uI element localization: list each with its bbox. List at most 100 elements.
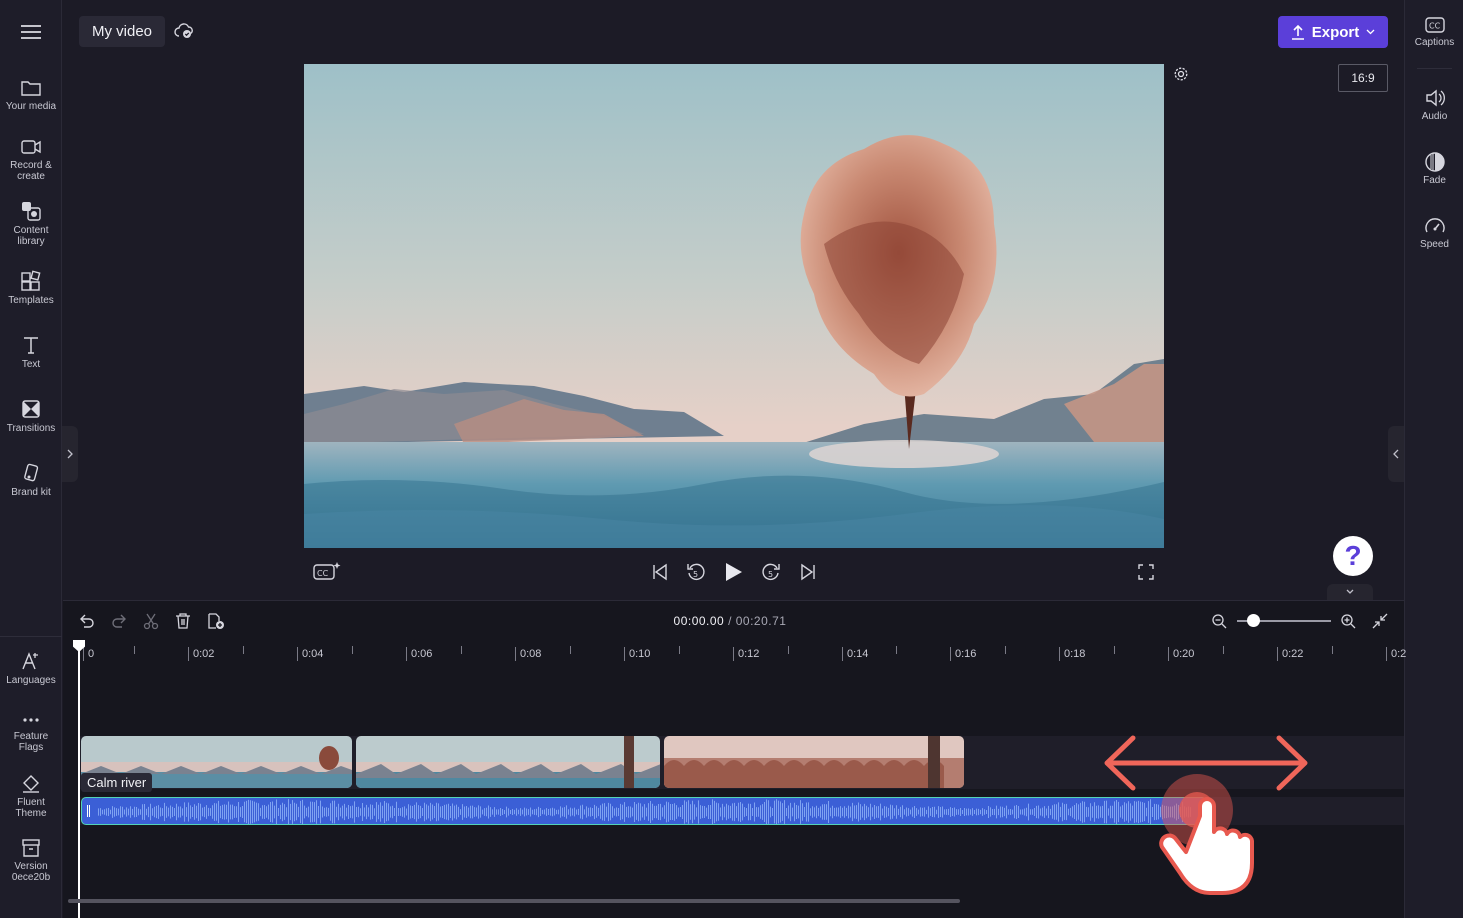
sidebar-item-label: Templates [8,295,54,306]
redo-button[interactable] [110,612,128,635]
collapse-right-panel-button[interactable] [1388,426,1404,482]
sidebar-item-languages[interactable]: Languages [0,650,62,686]
sidebar-item-label: Languages [6,675,56,686]
ruler-tick: 0:14 [842,647,868,661]
fade-icon [1424,152,1445,172]
archive-icon [22,839,40,857]
svg-text:5: 5 [768,570,773,579]
auto-captions-button[interactable]: CC [312,561,342,588]
sidebar-item-label: Speed [1420,239,1449,250]
play-button[interactable] [722,561,744,588]
cloud-sync-icon[interactable] [174,22,194,45]
fullscreen-button[interactable] [1137,561,1155,588]
export-button[interactable]: Export [1278,16,1388,48]
sidebar-item-label-line2: Flags [18,742,44,753]
ruler-tick: 0:18 [1059,647,1085,661]
undo-button[interactable] [78,612,96,635]
preview-settings-icon[interactable] [1173,66,1189,87]
zoom-in-icon [1341,614,1356,629]
sidebar-item-label: Transitions [6,423,56,434]
add-to-timeline-button[interactable] [206,612,226,635]
sidebar-item-captions[interactable]: CC Captions [1405,16,1463,48]
rewind-5-button[interactable]: 5 [685,561,707,588]
ruler-minor-tick [1005,646,1006,654]
sidebar-item-record-create[interactable]: Record & create [0,137,62,182]
collapse-arrows-icon [1372,613,1388,629]
svg-text:5: 5 [693,570,698,579]
sidebar-item-feature-flags[interactable]: Feature Flags [0,712,62,753]
collapse-help-button[interactable] [1327,584,1373,600]
ruler-minor-tick [243,646,244,654]
svg-text:CC: CC [317,569,329,578]
forward-5-button[interactable]: 5 [760,561,782,588]
sidebar-item-label-line2: library [17,236,45,247]
sidebar-item-label: Text [21,359,41,370]
text-icon [24,337,38,354]
sidebar-item-version: Version 0ece20b [0,838,62,883]
sidebar-item-fluent-theme[interactable]: Fluent Theme [0,774,62,819]
forward-5-icon: 5 [762,563,780,581]
split-button[interactable] [142,612,160,635]
sidebar-item-label-line2: 0ece20b [11,872,51,883]
trash-icon [176,613,190,629]
more-icon [23,718,39,722]
fullscreen-icon [1138,564,1154,580]
ruler-minor-tick [134,646,135,654]
sidebar-divider [1417,68,1452,69]
skip-to-end-button[interactable] [798,561,818,588]
playhead[interactable] [78,640,80,918]
sidebar-item-brand-kit[interactable]: Brand kit [0,462,62,498]
fit-timeline-button[interactable] [1371,612,1389,635]
audio-trim-handle-left[interactable] [87,805,90,817]
sidebar-item-text[interactable]: Text [0,334,62,370]
sidebar-item-label: Fade [1423,175,1446,186]
sidebar-item-transitions[interactable]: Transitions [0,398,62,434]
video-clip[interactable] [664,736,964,788]
video-clip[interactable] [356,736,660,788]
zoom-slider-handle[interactable] [1247,614,1260,627]
zoom-in-button[interactable] [1340,613,1356,634]
chevron-left-icon [1393,449,1399,459]
ruler-tick: 0:16 [950,647,976,661]
folder-icon [21,81,41,96]
delete-button[interactable] [174,612,192,635]
sidebar-item-audio[interactable]: Audio [1405,88,1463,122]
skip-to-start-button[interactable] [650,561,670,588]
timeline-scrollbar[interactable] [68,899,960,903]
play-icon [726,563,742,581]
hamburger-menu-button[interactable] [16,20,46,44]
ruler-minor-tick [896,646,897,654]
ruler-minor-tick [679,646,680,654]
sidebar-item-speed[interactable]: Speed [1405,216,1463,250]
collapse-left-panel-button[interactable] [62,426,78,482]
languages-icon [22,652,38,670]
ruler-tick: 0:22 [1277,647,1303,661]
sidebar-item-label: Version [14,861,48,872]
left-sidebar: Your media Record & create Content libra… [0,0,62,918]
aspect-ratio-button[interactable]: 16:9 [1338,64,1388,92]
chevron-right-icon [67,449,73,459]
drag-hint-overlay [1104,735,1308,895]
audio-clip[interactable] [81,797,1207,825]
ruler-minor-tick [461,646,462,654]
skip-forward-icon [801,563,815,581]
video-preview[interactable] [304,64,1164,548]
video-editor-app: Your media Record & create Content libra… [0,0,1463,918]
project-title-input[interactable]: My video [79,16,165,47]
audio-clip-label: Calm river [81,773,153,792]
ruler-tick: 0:06 [406,647,432,661]
ruler-tick: 0:02 [188,647,214,661]
sidebar-item-content-library[interactable]: Content library [0,200,62,247]
help-button[interactable]: ? [1333,536,1373,576]
speedometer-icon [1424,218,1445,233]
upload-icon [1291,24,1304,40]
chevron-down-icon [1346,589,1354,594]
ruler-minor-tick [788,646,789,654]
sidebar-item-fade[interactable]: Fade [1405,152,1463,186]
ruler-tick: 0:08 [515,647,541,661]
sidebar-item-your-media[interactable]: Your media [0,78,62,112]
sidebar-item-templates[interactable]: Templates [0,270,62,306]
ruler-minor-tick [352,646,353,654]
ruler-tick: 0:20 [1168,647,1194,661]
zoom-out-button[interactable] [1211,613,1227,634]
